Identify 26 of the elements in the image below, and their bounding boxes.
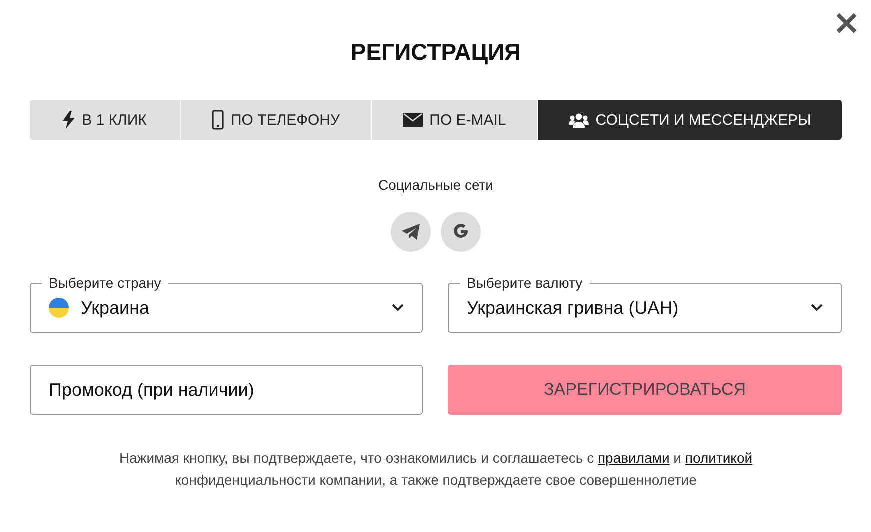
tab[interactable]: ПО E-MAIL xyxy=(372,100,537,140)
dialog-title: РЕГИСТРАЦИЯ xyxy=(350,38,522,66)
close-button[interactable]: × xyxy=(832,6,861,40)
tab[interactable]: ПО ТЕЛЕФОНУ xyxy=(181,100,371,140)
tab[interactable]: В 1 КЛИК xyxy=(30,100,180,140)
consent-text: Нажимая кнопку, вы подтверждаете, что ознакомились и соглашаетесь с правилами и политикой конфиденциальности компании, а также подтверждаете свое совершеннолетие xyxy=(118,449,754,490)
lightning-icon xyxy=(63,111,76,129)
chevron-down-icon xyxy=(811,304,823,312)
select-value: Украина xyxy=(81,298,151,318)
paper-plane-icon xyxy=(402,224,420,240)
envelope-icon xyxy=(402,113,423,127)
g-letter-icon xyxy=(452,223,470,241)
social-networks-label: Социальные сети xyxy=(377,177,494,193)
select-value: Украинская гривна (UAH) xyxy=(467,298,680,318)
flag-icon xyxy=(49,298,69,318)
field-label: Выберите страну xyxy=(42,275,168,291)
tab[interactable]: СОЦСЕТИ И МЕССЕНДЖЕРЫ xyxy=(538,100,842,140)
google-button[interactable] xyxy=(441,212,481,252)
phone-icon xyxy=(212,110,224,130)
policy-link[interactable]: политикой xyxy=(685,450,753,466)
paper-plane-button[interactable] xyxy=(391,212,431,252)
people-icon xyxy=(568,112,589,128)
promo-code-field[interactable]: Промокод (при наличии) xyxy=(30,365,423,415)
rules-link[interactable]: правилами xyxy=(598,450,670,466)
chevron-down-icon xyxy=(392,304,404,312)
field-label: Выберите валюту xyxy=(460,275,590,291)
